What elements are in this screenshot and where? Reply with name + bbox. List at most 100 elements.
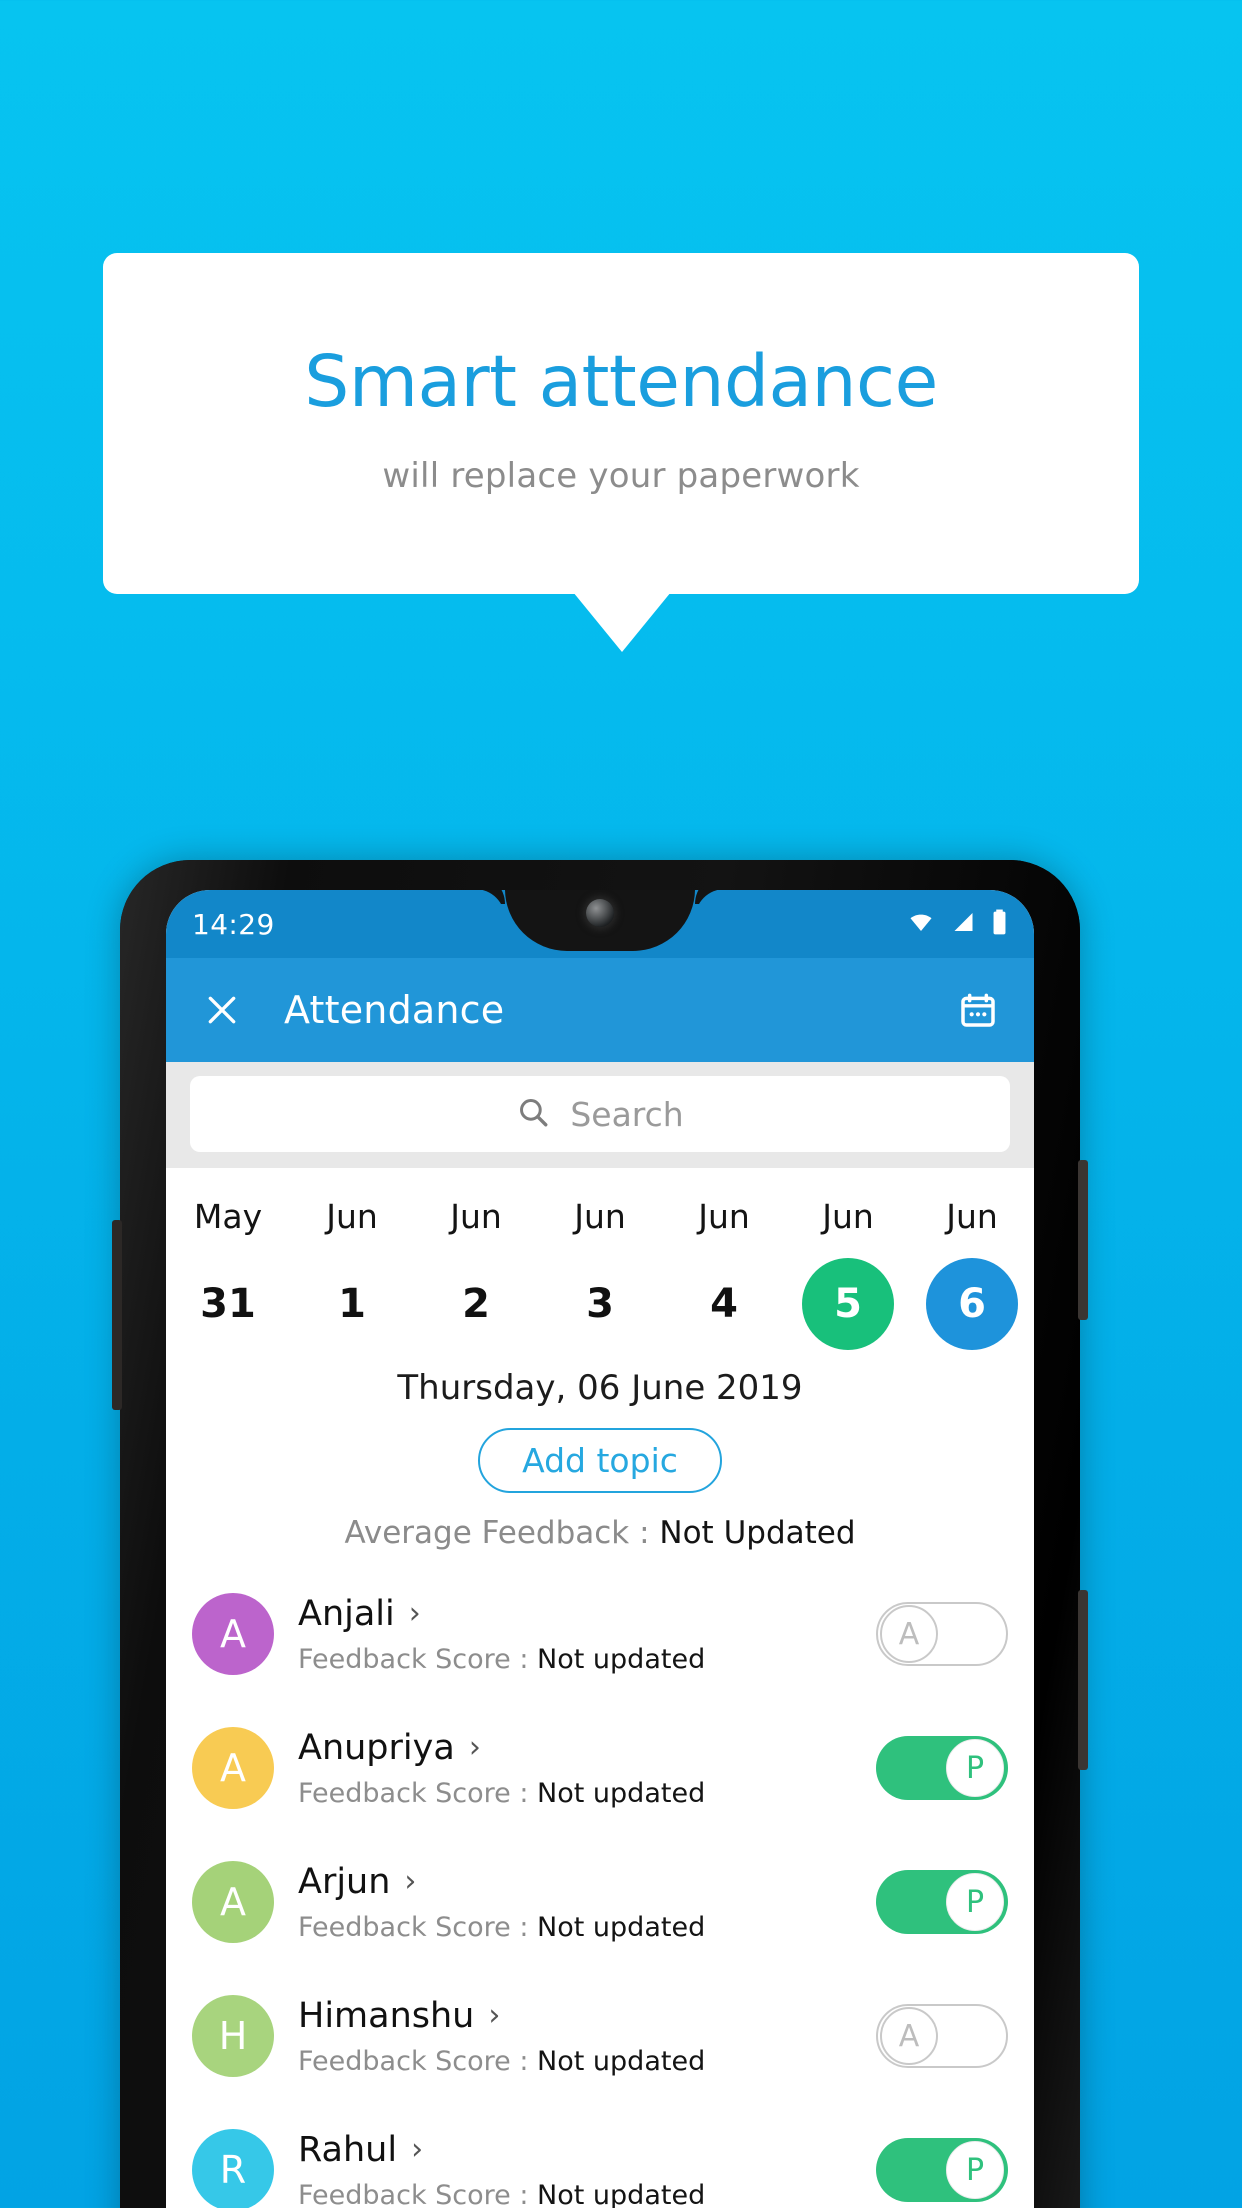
date-month-label: May — [193, 1196, 263, 1236]
attendance-toggle[interactable]: P — [876, 1736, 1008, 1800]
month-row: May Jun Jun Jun Jun Jun Jun — [166, 1190, 1034, 1242]
student-info: Anjali › Feedback Score : Not updated — [298, 1594, 876, 1675]
phone-left-button[interactable] — [112, 1220, 122, 1410]
avatar: R — [192, 2129, 274, 2208]
chevron-right-icon[interactable]: › — [469, 1732, 481, 1763]
student-info: Anupriya › Feedback Score : Not updated — [298, 1728, 876, 1809]
date-month-label: Jun — [574, 1196, 626, 1236]
attendance-toggle[interactable]: P — [876, 1870, 1008, 1934]
phone-volume-button[interactable] — [1078, 1590, 1088, 1770]
chevron-right-icon[interactable]: › — [404, 1866, 416, 1897]
date-day-number: 5 — [802, 1258, 894, 1350]
attendance-toggle-knob: P — [946, 1739, 1004, 1797]
day-row: 31 1 2 3 4 5 6 — [166, 1256, 1034, 1352]
student-row[interactable]: A Arjun › Feedback Score : Not updated P — [166, 1835, 1034, 1969]
promo-subtitle: will replace your paperwork — [382, 455, 860, 496]
phone-screen: 14:29 Attendance Search May Jun Jun Jun … — [166, 890, 1034, 2208]
student-feedback-score: Feedback Score : Not updated — [298, 2180, 876, 2208]
student-feedback-score-label: Feedback Score : — [298, 2179, 538, 2208]
phone-power-button[interactable] — [1078, 1160, 1088, 1320]
student-feedback-score: Feedback Score : Not updated — [298, 2046, 876, 2077]
student-feedback-score-label: Feedback Score : — [298, 2045, 538, 2077]
student-feedback-score-value: Not updated — [537, 1777, 706, 1809]
search-input[interactable]: Search — [190, 1076, 1010, 1152]
promo-card: Smart attendance will replace your paper… — [103, 253, 1139, 594]
date-month-label: Jun — [698, 1196, 750, 1236]
attendance-toggle-knob: P — [946, 1873, 1004, 1931]
avatar: A — [192, 1861, 274, 1943]
chevron-right-icon[interactable]: › — [411, 2134, 423, 2165]
date-month-label: Jun — [822, 1196, 874, 1236]
attendance-toggle[interactable]: A — [876, 1602, 1008, 1666]
average-feedback-value: Not Updated — [659, 1515, 856, 1551]
attendance-toggle-knob: A — [880, 1605, 938, 1663]
student-list: A Anjali › Feedback Score : Not updated A A An… — [166, 1567, 1034, 2208]
search-placeholder: Search — [570, 1094, 684, 1134]
date-cell[interactable]: 5 — [786, 1256, 910, 1352]
attendance-toggle-knob: A — [880, 2007, 938, 2065]
date-day-number: 6 — [926, 1258, 1018, 1350]
search-bar-container: Search — [166, 1062, 1034, 1168]
search-icon — [516, 1095, 550, 1133]
app-bar: Attendance — [166, 958, 1034, 1062]
student-name-line: Anupriya › — [298, 1728, 876, 1768]
date-cell[interactable]: 4 — [662, 1256, 786, 1352]
add-topic-button[interactable]: Add topic — [478, 1428, 722, 1493]
date-month-label: Jun — [450, 1196, 502, 1236]
wifi-icon — [906, 910, 936, 938]
student-name: Rahul — [298, 2129, 398, 2170]
phone-notch — [505, 890, 695, 951]
date-cell[interactable]: 6 — [910, 1256, 1034, 1352]
student-feedback-score-label: Feedback Score : — [298, 1777, 538, 1809]
promo-card-tail — [573, 592, 671, 652]
student-info: Rahul › Feedback Score : Not updated — [298, 2130, 876, 2208]
student-feedback-score-label: Feedback Score : — [298, 1911, 538, 1943]
student-feedback-score: Feedback Score : Not updated — [298, 1644, 876, 1675]
student-name-line: Himanshu › — [298, 1996, 876, 2036]
date-strip: May Jun Jun Jun Jun Jun Jun 31 1 2 3 4 5 6 — [166, 1168, 1034, 1352]
phone-mockup: 14:29 Attendance Search May Jun Jun Jun … — [112, 860, 1088, 2208]
date-day-number: 31 — [200, 1281, 256, 1327]
student-name: Anupriya — [298, 1727, 455, 1768]
signal-icon — [950, 910, 977, 938]
student-row[interactable]: H Himanshu › Feedback Score : Not updated A — [166, 1969, 1034, 2103]
page-title: Attendance — [284, 988, 505, 1032]
student-row[interactable]: R Rahul › Feedback Score : Not updated P — [166, 2103, 1034, 2208]
date-month-label: Jun — [946, 1196, 998, 1236]
student-feedback-score: Feedback Score : Not updated — [298, 1912, 876, 1943]
avatar: A — [192, 1727, 274, 1809]
student-feedback-score-value: Not updated — [537, 1643, 706, 1675]
date-cell[interactable]: 31 — [166, 1256, 290, 1352]
attendance-toggle[interactable]: P — [876, 2138, 1008, 2202]
average-feedback-label: Average Feedback : — [344, 1515, 660, 1551]
student-name: Himanshu — [298, 1995, 475, 2036]
date-cell[interactable]: 1 — [290, 1256, 414, 1352]
student-feedback-score-value: Not updated — [537, 2045, 706, 2077]
date-cell[interactable]: 2 — [414, 1256, 538, 1352]
student-feedback-score: Feedback Score : Not updated — [298, 1778, 876, 1809]
student-name-line: Anjali › — [298, 1594, 876, 1634]
close-icon[interactable] — [196, 984, 248, 1036]
chevron-right-icon[interactable]: › — [488, 2000, 500, 2031]
date-day-number: 2 — [462, 1281, 490, 1327]
front-camera-icon — [586, 899, 614, 927]
date-month-label: Jun — [326, 1196, 378, 1236]
date-cell[interactable]: 3 — [538, 1256, 662, 1352]
student-row[interactable]: A Anjali › Feedback Score : Not updated A — [166, 1567, 1034, 1701]
average-feedback: Average Feedback : Not Updated — [166, 1515, 1034, 1551]
chevron-right-icon[interactable]: › — [409, 1598, 421, 1629]
student-name-line: Rahul › — [298, 2130, 876, 2170]
promo-title: Smart attendance — [304, 340, 938, 424]
student-feedback-score-value: Not updated — [537, 2179, 706, 2208]
status-icons — [906, 909, 1008, 939]
student-feedback-score-value: Not updated — [537, 1911, 706, 1943]
add-topic-container: Add topic — [166, 1428, 1034, 1493]
student-name-line: Arjun › — [298, 1862, 876, 1902]
date-day-number: 3 — [586, 1281, 614, 1327]
attendance-toggle[interactable]: A — [876, 2004, 1008, 2068]
student-feedback-score-label: Feedback Score : — [298, 1643, 538, 1675]
date-day-number: 4 — [710, 1281, 738, 1327]
avatar: A — [192, 1593, 274, 1675]
student-row[interactable]: A Anupriya › Feedback Score : Not updated P — [166, 1701, 1034, 1835]
calendar-icon[interactable] — [952, 984, 1004, 1036]
